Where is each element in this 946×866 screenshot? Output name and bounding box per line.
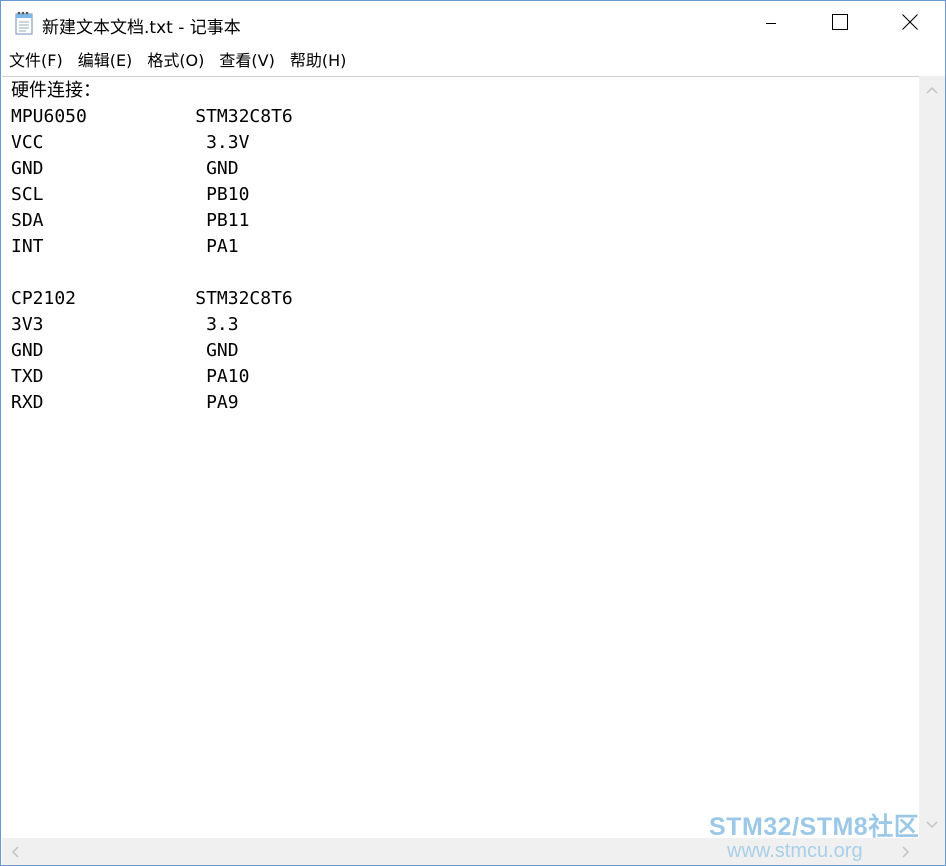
- menu-edit[interactable]: 编辑(E): [70, 46, 140, 75]
- notepad-window: 新建文本文档.txt - 记事本 文件(F) 编辑(E) 格式(O) 查看(V): [0, 0, 946, 866]
- scroll-left-icon[interactable]: [6, 843, 23, 860]
- maximize-icon: [832, 13, 848, 34]
- scroll-down-icon[interactable]: [923, 816, 940, 833]
- close-button[interactable]: [887, 1, 933, 46]
- editor-content[interactable]: 硬件连接： MPU6050 STM32C8T6 VCC 3.3V GND GND…: [11, 78, 293, 416]
- close-icon: [902, 13, 918, 34]
- menu-view[interactable]: 查看(V): [211, 46, 281, 75]
- text-editor[interactable]: 硬件连接： MPU6050 STM32C8T6 VCC 3.3V GND GND…: [2, 76, 919, 838]
- title-bar[interactable]: 新建文本文档.txt - 记事本: [1, 1, 945, 46]
- menu-format[interactable]: 格式(O): [139, 46, 211, 75]
- scroll-up-icon[interactable]: [923, 81, 940, 98]
- maximize-button[interactable]: [817, 1, 863, 46]
- menu-bar: 文件(F) 编辑(E) 格式(O) 查看(V) 帮助(H): [1, 46, 945, 75]
- minimize-icon: [765, 14, 777, 33]
- scrollbar-corner: [919, 838, 945, 865]
- menu-help[interactable]: 帮助(H): [282, 46, 354, 75]
- minimize-button[interactable]: [748, 1, 794, 46]
- window-title: 新建文本文档.txt - 记事本: [42, 18, 241, 38]
- horizontal-scrollbar[interactable]: [2, 838, 919, 865]
- scroll-right-icon[interactable]: [897, 843, 914, 860]
- vertical-scrollbar[interactable]: [919, 76, 945, 838]
- notepad-icon[interactable]: [13, 11, 35, 35]
- menu-file[interactable]: 文件(F): [1, 46, 70, 75]
